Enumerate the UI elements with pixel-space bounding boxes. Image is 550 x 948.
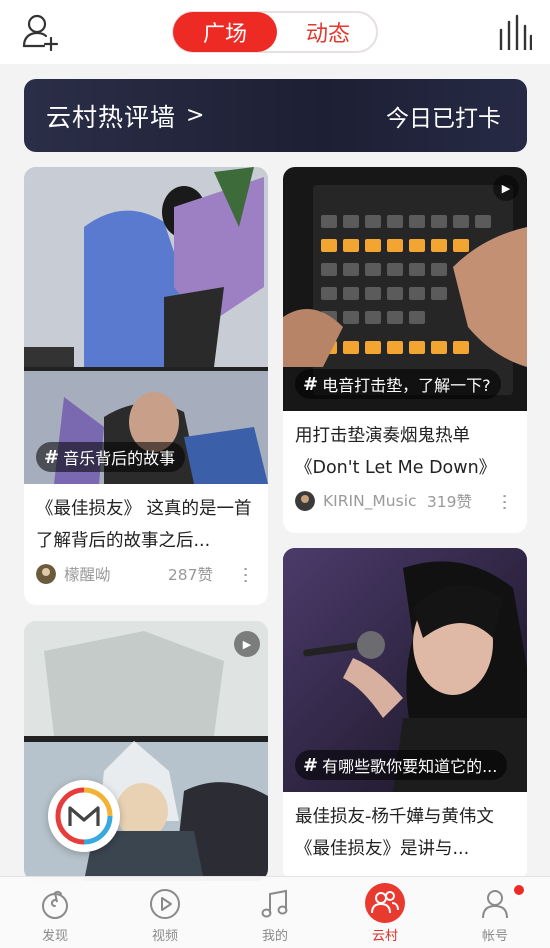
hashtag-icon: #: [303, 373, 319, 395]
topic-tag-label: 电音打击垫，了解一下?: [322, 376, 491, 395]
feed-card[interactable]: # 音乐背后的故事 《最佳损友》 这真的是一首了解背后的故事之后... 檬醒呦 …: [24, 167, 268, 605]
account-icon: [482, 890, 508, 919]
avatar[interactable]: [295, 491, 315, 511]
more-options-icon[interactable]: ⋯: [235, 566, 256, 583]
tab-label: 云村: [371, 929, 398, 944]
netease-music-icon: [42, 890, 68, 919]
tab-label: 帐号: [481, 929, 508, 944]
bottom-tab-bar: 发现 视频 我的 云村 帐号: [0, 876, 550, 948]
play-icon[interactable]: ▶: [234, 631, 260, 657]
card-description: 用打击垫演奏烟鬼热单《Don't Let Me Down》: [295, 426, 497, 478]
topic-tag-label: 有哪些歌你要知道它的...: [322, 757, 498, 776]
card-description: 最佳损友-杨千嬅与黄伟文 《最佳损友》是讲与...: [295, 807, 494, 859]
feed-segmented-control: 广场 动态: [172, 11, 378, 53]
friends-icon: [365, 883, 405, 923]
like-count: 319赞: [426, 493, 472, 511]
top-bar: 广场 动态: [0, 0, 550, 64]
topic-tag-label: 音乐背后的故事: [63, 449, 176, 468]
tab-video[interactable]: 视频: [125, 877, 205, 948]
hug-photo-image: [24, 167, 268, 484]
topic-tag[interactable]: # 电音打击垫，了解一下?: [295, 369, 501, 399]
banner-title: 云村热评墙: [46, 102, 177, 132]
banner-title-group: 云村热评墙 >: [46, 79, 205, 152]
floating-music-logo-icon[interactable]: [48, 780, 120, 852]
card-image: ▶ # 电音打击垫，了解一下?: [283, 167, 527, 411]
tab-label: 我的: [261, 929, 288, 944]
author-name[interactable]: KIRIN_Music: [323, 492, 427, 510]
hashtag-icon: #: [303, 754, 319, 776]
tab-label: 视频: [151, 929, 178, 944]
like-count: 287赞: [167, 566, 213, 584]
checkin-status[interactable]: 今日已打卡: [386, 79, 501, 152]
card-meta: 檬醒呦 287赞 ⋯: [36, 562, 256, 586]
card-description: 《最佳损友》 这真的是一首了解背后的故事之后...: [36, 499, 252, 551]
feed-card[interactable]: ▶ # 电音打击垫，了解一下? 用打击垫演奏烟鬼热单《Don't Let Me …: [283, 167, 527, 533]
play-icon[interactable]: ▶: [493, 175, 519, 201]
author-name[interactable]: 檬醒呦: [64, 563, 168, 585]
avatar[interactable]: [36, 564, 56, 584]
feed-card[interactable]: # 有哪些歌你要知道它的... 最佳损友-杨千嬅与黄伟文 《最佳损友》是讲与..…: [283, 548, 527, 881]
card-image: # 音乐背后的故事: [24, 167, 268, 484]
topic-tag[interactable]: # 有哪些歌你要知道它的...: [295, 750, 508, 780]
music-note-icon: [261, 889, 288, 918]
tab-square[interactable]: 广场: [173, 12, 277, 52]
tab-mine[interactable]: 我的: [235, 877, 315, 948]
tab-moments[interactable]: 动态: [280, 13, 376, 51]
hashtag-icon: #: [44, 446, 60, 468]
more-options-icon[interactable]: ⋯: [494, 493, 515, 510]
card-image: # 有哪些歌你要知道它的...: [283, 548, 527, 792]
bar-chart-icon[interactable]: [498, 14, 532, 50]
topic-tag[interactable]: # 音乐背后的故事: [36, 442, 186, 472]
tab-community[interactable]: 云村: [345, 877, 425, 948]
video-play-icon: [150, 889, 180, 919]
notification-badge: [512, 883, 526, 897]
tab-label: 发现: [41, 929, 68, 944]
tab-discover[interactable]: 发现: [15, 877, 95, 948]
hot-comments-banner[interactable]: 云村热评墙 > 今日已打卡: [24, 79, 527, 152]
chevron-right-icon: >: [186, 103, 206, 128]
add-friend-icon[interactable]: [20, 12, 60, 52]
card-meta: KIRIN_Music 319赞 ⋯: [295, 489, 515, 513]
